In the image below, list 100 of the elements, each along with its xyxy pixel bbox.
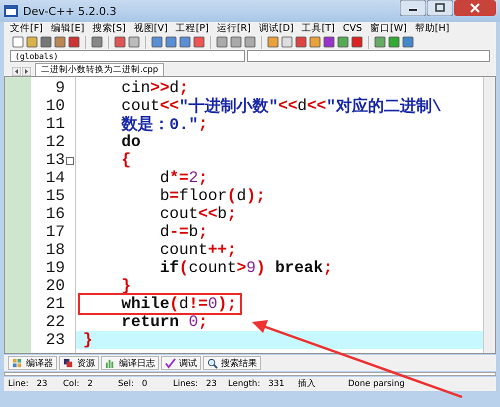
scroll-left-icon[interactable]: [12, 67, 21, 76]
line-number: 23: [46, 331, 65, 349]
toolbar-icon[interactable]: [230, 36, 242, 48]
maximize-icon[interactable]: [427, 0, 453, 16]
code-line: while(d!=0);: [80, 295, 240, 313]
line-number: 18: [46, 241, 65, 259]
toolbar-icon[interactable]: [193, 36, 205, 48]
windows-icon: [63, 358, 74, 368]
code-line: count++;: [158, 241, 238, 259]
fold-marker-icon[interactable]: [66, 157, 74, 165]
status-field: Sel: 0: [118, 379, 173, 389]
panel-tab-label[interactable]: 搜索结果: [221, 356, 257, 370]
status-field: Line: 23: [8, 379, 63, 389]
panel-tab[interactable]: 资源: [59, 356, 99, 370]
grid-icon: [12, 358, 23, 368]
toolbar-icon[interactable]: [351, 36, 363, 48]
bar-chart-icon: [105, 358, 116, 368]
toolbar-icon[interactable]: [179, 36, 191, 48]
line-number: 11: [46, 115, 65, 133]
menu-item[interactable]: 调试[D]: [258, 22, 294, 34]
app-icon: [4, 5, 18, 17]
panel-tab-label[interactable]: 编译器: [26, 356, 53, 370]
status-field: Length: 331: [228, 379, 298, 389]
toolbar-icon[interactable]: [114, 36, 126, 48]
window-title: Dev-C++ 5.2.0.3: [23, 4, 117, 18]
code-line: {: [120, 151, 132, 169]
function-combo[interactable]: [247, 50, 490, 62]
panel-tab[interactable]: 搜索结果: [203, 356, 261, 370]
panel-tab[interactable]: 调试: [161, 356, 201, 370]
status-field: Col: 2: [63, 379, 118, 389]
menu-item[interactable]: 编辑[E]: [50, 22, 84, 34]
status-field: 插入: [298, 378, 348, 390]
code-line: 数是：0.";: [120, 115, 209, 133]
file-tab[interactable]: 二进制小数转换为二进制.cpp: [35, 63, 164, 76]
minimize-icon[interactable]: [400, 0, 426, 16]
line-number: 17: [46, 223, 65, 241]
menu-item[interactable]: 帮助[H]: [414, 22, 450, 34]
menu-item[interactable]: 工具[T]: [302, 22, 335, 34]
toolbar-icon[interactable]: [12, 36, 24, 48]
code-line: cout<<b;: [158, 205, 238, 223]
panel-tab[interactable]: 编译日志: [101, 356, 159, 370]
code-line: if(count>9) break;: [158, 259, 334, 277]
toolbar-icon[interactable]: [151, 36, 163, 48]
code-line: b=floor(d);: [158, 187, 266, 205]
code-line: }: [82, 331, 94, 349]
scroll-right-icon[interactable]: [22, 67, 31, 76]
toolbar-icon[interactable]: [244, 36, 256, 48]
toolbar-icon[interactable]: [128, 36, 140, 48]
toolbar-icon[interactable]: [309, 36, 321, 48]
toolbar-icon[interactable]: [68, 36, 80, 48]
line-number: 20: [46, 277, 65, 295]
toolbar-icon[interactable]: [267, 36, 279, 48]
checkmark-icon: [165, 358, 176, 368]
toolbar-icon[interactable]: [91, 36, 103, 48]
menu-item[interactable]: 文件[F]: [10, 22, 43, 34]
scope-combo[interactable]: (globals): [10, 50, 245, 62]
panel-tab-label[interactable]: 调试: [179, 356, 197, 370]
line-number: 12: [46, 133, 65, 151]
code-line: d-=b;: [158, 223, 209, 241]
code-line: do: [120, 133, 142, 151]
line-number: 14: [46, 169, 65, 187]
toolbar-icon[interactable]: [165, 36, 177, 48]
line-number: 19: [46, 259, 65, 277]
toolbar-icon[interactable]: [216, 36, 228, 48]
status-field: Done parsing: [348, 379, 403, 389]
panel-tab-label[interactable]: 资源: [77, 356, 95, 370]
toolbar-icon[interactable]: [337, 36, 349, 48]
menu-item[interactable]: 窗口[W]: [370, 22, 407, 34]
line-number: 22: [46, 313, 65, 331]
code-line: d*=2;: [158, 169, 209, 187]
menu-item[interactable]: 搜索[S]: [92, 22, 126, 34]
menu-item[interactable]: 工程[P]: [176, 22, 209, 34]
toolbar-icon[interactable]: [281, 36, 293, 48]
toolbar-icon[interactable]: [323, 36, 335, 48]
status-field: Lines: 23: [173, 379, 228, 389]
toolbar-icon[interactable]: [374, 36, 386, 48]
code-line: }: [120, 277, 132, 295]
panel-tab-label[interactable]: 编译日志: [119, 356, 155, 370]
code-line: return 0;: [120, 313, 209, 331]
search-icon: [207, 358, 218, 368]
menu-item[interactable]: 运行[R]: [216, 22, 251, 34]
toolbar-icon[interactable]: [40, 36, 52, 48]
scrollbar[interactable]: [483, 77, 495, 353]
code-line: cin>>d;: [120, 79, 190, 97]
line-number: 16: [46, 205, 65, 223]
menu-item[interactable]: CVS: [342, 22, 362, 34]
code-line: cout<<"十进制小数"<<d<<"对应的二进制\: [120, 97, 442, 115]
toolbar-icon[interactable]: [388, 36, 400, 48]
toolbar-icon[interactable]: [26, 36, 38, 48]
close-icon[interactable]: [454, 0, 496, 16]
toolbar-icon[interactable]: [402, 36, 414, 48]
line-number: 10: [46, 97, 65, 115]
menu-item[interactable]: 视图[V]: [134, 22, 168, 34]
toolbar-icon[interactable]: [54, 36, 66, 48]
toolbar-icon[interactable]: [295, 36, 307, 48]
panel-tab[interactable]: 编译器: [8, 356, 57, 370]
line-number: 9: [55, 79, 65, 97]
line-number: 13: [46, 151, 65, 169]
line-number: 21: [46, 295, 65, 313]
line-number: 15: [46, 187, 65, 205]
